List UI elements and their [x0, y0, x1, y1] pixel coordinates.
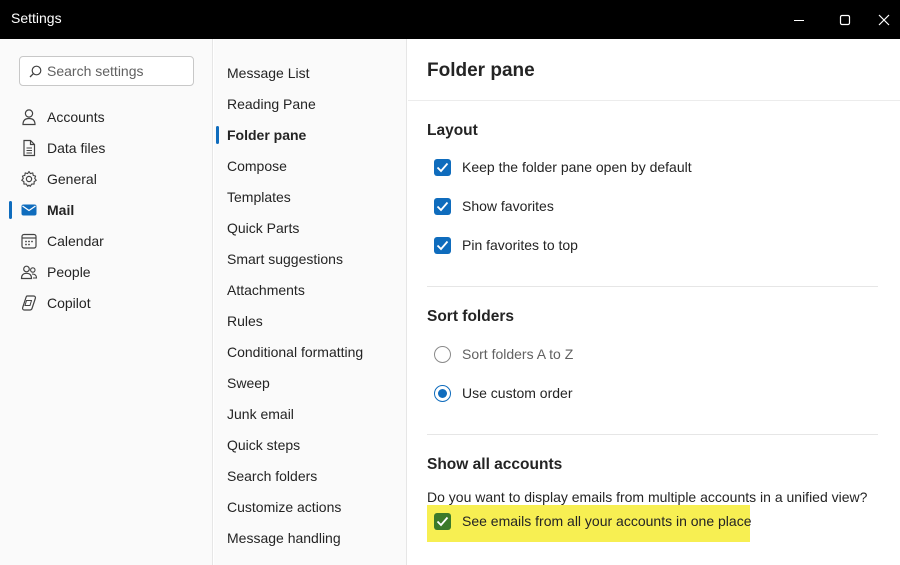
- nav-item-general[interactable]: General: [0, 164, 213, 195]
- subnav-item-label: Message handling: [227, 530, 341, 546]
- subnav-item-label: Compose: [227, 158, 287, 174]
- unified-view-question: Do you want to display emails from multi…: [427, 489, 868, 505]
- nav-item-copilot[interactable]: Copilot: [0, 288, 213, 319]
- subnav-item-folder-pane[interactable]: Folder pane: [214, 120, 407, 151]
- nav-item-label: Data files: [47, 140, 106, 156]
- page-title: Folder pane: [427, 60, 535, 81]
- subnav-item-templates[interactable]: Templates: [214, 182, 407, 213]
- subnav-item-label: Conditional formatting: [227, 344, 364, 360]
- people-icon: [20, 265, 38, 280]
- checkbox-checked[interactable]: [434, 159, 451, 176]
- nav-item-label: Calendar: [47, 233, 104, 249]
- subnav-item-message-list[interactable]: Message List: [214, 58, 407, 89]
- subnav-item-label: Customize actions: [227, 499, 342, 515]
- subnav-item-smart-suggestions[interactable]: Smart suggestions: [214, 244, 407, 275]
- section-divider: [427, 286, 878, 287]
- option-label: Pin favorites to top: [462, 237, 578, 253]
- minimize-button[interactable]: [776, 0, 822, 39]
- subnav-item-label: Smart suggestions: [227, 251, 343, 267]
- subnav-item-customize-actions[interactable]: Customize actions: [214, 492, 407, 523]
- nav-item-data-files[interactable]: Data files: [0, 133, 213, 164]
- nav-item-label: Mail: [47, 202, 75, 218]
- subnav-item-label: Attachments: [227, 282, 305, 298]
- window-title: Settings: [11, 10, 62, 26]
- maximize-icon: [839, 14, 851, 25]
- checkbox-checked[interactable]: [434, 237, 451, 254]
- title-bar: Settings: [0, 0, 900, 39]
- selected-indicator: [216, 126, 219, 144]
- subnav-item-label: Quick steps: [227, 437, 301, 453]
- mail-settings-nav: Message List Reading Pane Folder pane Co…: [214, 39, 407, 565]
- checkbox-checked[interactable]: [434, 513, 451, 530]
- person-icon: [22, 109, 36, 126]
- subnav-item-label: Reading Pane: [227, 96, 316, 112]
- section-title-sort-folders: Sort folders: [427, 308, 514, 325]
- subnav-item-label: Message List: [227, 65, 310, 81]
- search-icon: [29, 65, 42, 78]
- settings-window: Settings Accounts Data files: [0, 0, 900, 565]
- gear-icon: [21, 170, 37, 187]
- title-divider: [408, 100, 900, 101]
- option-label: See emails from all your accounts in one…: [462, 513, 752, 529]
- subnav-item-search-folders[interactable]: Search folders: [214, 461, 407, 492]
- nav-item-calendar[interactable]: Calendar: [0, 226, 213, 257]
- settings-nav: Accounts Data files General Mail Calenda…: [0, 39, 213, 565]
- checkmark-icon: [436, 240, 449, 251]
- nav-item-mail[interactable]: Mail: [0, 195, 213, 226]
- nav-item-label: Copilot: [47, 295, 91, 311]
- nav-item-label: People: [47, 264, 91, 280]
- nav-item-label: General: [47, 171, 97, 187]
- subnav-item-compose[interactable]: Compose: [214, 151, 407, 182]
- copilot-icon: [21, 295, 37, 311]
- nav-item-people[interactable]: People: [0, 257, 213, 288]
- checkmark-icon: [436, 201, 449, 212]
- subnav-item-attachments[interactable]: Attachments: [214, 275, 407, 306]
- subnav-item-junk-email[interactable]: Junk email: [214, 399, 407, 430]
- subnav-item-label: Templates: [227, 189, 291, 205]
- subnav-item-quick-parts[interactable]: Quick Parts: [214, 213, 407, 244]
- folder-pane-settings: Folder pane Layout Keep the folder pane …: [408, 39, 900, 565]
- checkmark-icon: [436, 516, 449, 527]
- selected-indicator: [9, 201, 12, 219]
- option-label: Show favorites: [462, 198, 554, 214]
- calendar-icon: [21, 233, 37, 249]
- option-label: Sort folders A to Z: [462, 346, 574, 362]
- close-button[interactable]: [868, 0, 900, 39]
- subnav-item-label: Folder pane: [227, 127, 307, 143]
- section-title-layout: Layout: [427, 122, 478, 139]
- document-icon: [23, 139, 36, 157]
- close-icon: [878, 14, 890, 25]
- subnav-item-label: Junk email: [227, 406, 294, 422]
- subnav-item-label: Sweep: [227, 375, 270, 391]
- subnav-item-label: Search folders: [227, 468, 318, 484]
- option-label: Use custom order: [462, 385, 573, 401]
- subnav-item-rules[interactable]: Rules: [214, 306, 407, 337]
- nav-item-label: Accounts: [47, 109, 105, 125]
- search-input[interactable]: [47, 61, 187, 81]
- subnav-item-message-handling[interactable]: Message handling: [214, 523, 407, 554]
- subnav-item-conditional-formatting[interactable]: Conditional formatting: [214, 337, 407, 368]
- nav-item-accounts[interactable]: Accounts: [0, 102, 213, 133]
- section-title-show-all-accounts: Show all accounts: [427, 456, 563, 473]
- checkmark-icon: [436, 162, 449, 173]
- subnav-item-quick-steps[interactable]: Quick steps: [214, 430, 407, 461]
- subnav-item-label: Rules: [227, 313, 263, 329]
- option-label: Keep the folder pane open by default: [462, 159, 692, 175]
- radio-unselected[interactable]: [434, 346, 451, 363]
- section-divider: [427, 434, 878, 435]
- search-box[interactable]: [19, 56, 194, 86]
- checkbox-checked[interactable]: [434, 198, 451, 215]
- subnav-item-label: Quick Parts: [227, 220, 300, 236]
- minimize-icon: [794, 19, 804, 21]
- maximize-button[interactable]: [822, 0, 868, 39]
- subnav-item-reading-pane[interactable]: Reading Pane: [214, 89, 407, 120]
- subnav-item-sweep[interactable]: Sweep: [214, 368, 407, 399]
- radio-selected[interactable]: [434, 385, 451, 402]
- mail-icon: [21, 204, 37, 216]
